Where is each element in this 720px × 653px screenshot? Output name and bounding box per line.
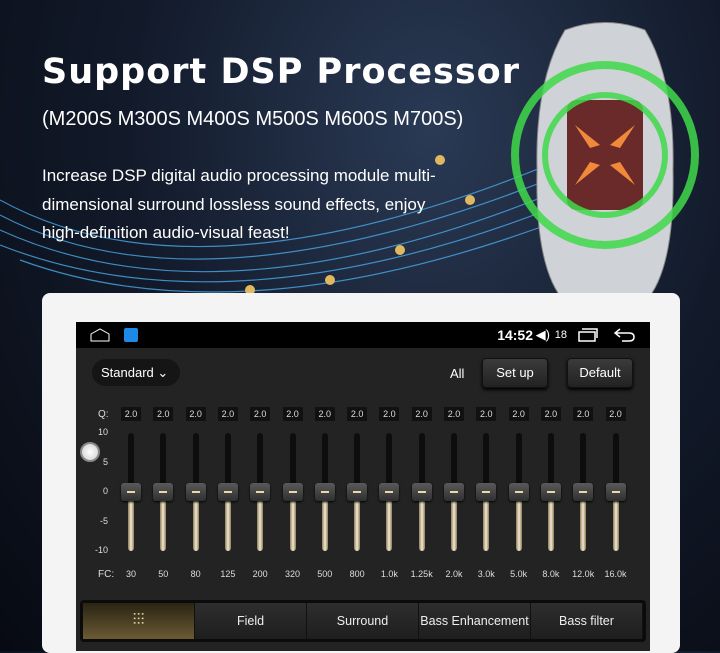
thumb-grip [159, 491, 168, 493]
tab-equalizer[interactable]: ⫶⫶⫶ [83, 603, 195, 639]
promo-subtitle: (M200S M300S M400S M500S M600S M700S) [42, 108, 464, 130]
fc-value: 1.0k [380, 569, 398, 579]
back-icon[interactable] [614, 328, 636, 342]
eq-slider-thumb[interactable] [347, 483, 368, 501]
q-value[interactable]: 2.0 [476, 407, 497, 421]
eq-slider-thumb[interactable] [250, 483, 271, 501]
car-illustration [511, 22, 699, 308]
recents-icon[interactable] [578, 328, 598, 342]
eq-slider-thumb[interactable] [121, 483, 141, 501]
promo-body: Increase DSP digital audio processing mo… [42, 166, 436, 242]
eq-slider-thumb[interactable] [379, 483, 400, 501]
eq-slider-thumb[interactable] [153, 483, 174, 501]
eq-slider-thumb[interactable] [573, 483, 594, 501]
home-icon[interactable] [90, 328, 110, 342]
fc-value: 5.0k [510, 569, 528, 579]
setup-button[interactable]: Set up [482, 358, 548, 388]
q-value[interactable]: 2.0 [314, 407, 335, 421]
fc-value: 2.0k [445, 569, 463, 579]
axis-tick: 5 [102, 456, 108, 467]
fc-value: 50 [158, 569, 169, 579]
app-icon[interactable] [124, 328, 138, 342]
volume-level: 18 [554, 329, 567, 341]
fc-label: FC: [98, 569, 115, 580]
preset-dropdown[interactable]: Standard ⌄ [92, 359, 180, 386]
thumb-grip [256, 491, 265, 493]
q-value[interactable]: 2.0 [379, 407, 400, 421]
fc-value: 3.0k [477, 569, 495, 579]
dsp-screen: 14:52 ◀) 18 Standard ⌄ All Set up Defaul… [76, 322, 650, 651]
q-label: Q: [98, 409, 109, 420]
q-value[interactable]: 2.0 [185, 407, 206, 421]
q-value[interactable]: 2.0 [121, 407, 141, 421]
fc-value: 125 [220, 569, 236, 579]
eq-slider-thumb[interactable] [411, 483, 432, 501]
q-value[interactable]: 2.0 [153, 407, 174, 421]
tab-surround[interactable]: Surround [307, 603, 419, 639]
bottom-tabs: ⫶⫶⫶ Field Surround Bass Enhancement Bass fil… [80, 600, 646, 642]
thumb-grip [417, 491, 426, 493]
chevron-down-icon: ⌄ [157, 365, 169, 380]
eq-slider-thumb[interactable] [314, 483, 335, 501]
q-value[interactable]: 2.0 [217, 407, 238, 421]
thumb-grip [546, 491, 555, 493]
thumb-grip [353, 491, 362, 493]
fc-value: 200 [252, 569, 268, 579]
thumb-grip [288, 491, 297, 493]
eq-slider-thumb[interactable] [605, 483, 626, 501]
thumb-grip [320, 491, 329, 493]
status-bar: 14:52 ◀) 18 [76, 322, 650, 348]
axis-tick: 0 [102, 486, 108, 496]
axis-tick: -5 [99, 515, 108, 526]
tab-field[interactable]: Field [195, 603, 307, 639]
eq-slider-thumb[interactable] [185, 483, 206, 501]
q-value[interactable]: 2.0 [605, 407, 626, 421]
thumb-grip [385, 491, 394, 493]
default-button[interactable]: Default [567, 358, 633, 388]
clock: 14:52 [497, 327, 533, 343]
q-value[interactable]: 2.0 [508, 407, 529, 421]
eq-slider-thumb[interactable] [540, 483, 561, 501]
equalizer-icon: ⫶⫶⫶ [132, 612, 145, 629]
preset-value: Standard [101, 365, 154, 380]
thumb-grip [223, 491, 232, 493]
thumb-grip [450, 491, 458, 493]
q-value[interactable]: 2.0 [411, 407, 432, 421]
eq-slider-thumb[interactable] [444, 483, 464, 501]
thumb-grip [191, 491, 200, 493]
q-value[interactable]: 2.0 [282, 407, 303, 421]
promo-title: Support DSP Processor [42, 52, 520, 92]
thumb-grip [579, 491, 588, 493]
tab-bass-enhancement[interactable]: Bass Enhancement [419, 603, 531, 639]
q-value[interactable]: 2.0 [573, 407, 594, 421]
eq-slider-thumb[interactable] [508, 483, 529, 501]
q-value[interactable]: 2.0 [250, 407, 271, 421]
fc-value: 800 [349, 569, 365, 579]
eq-slider-thumb[interactable] [217, 483, 238, 501]
all-label[interactable]: All [450, 366, 464, 381]
thumb-grip [611, 491, 620, 493]
fc-value: 12.0k [572, 569, 595, 579]
eq-slider-thumb[interactable] [476, 483, 497, 501]
fc-value: 1.25k [410, 569, 433, 579]
tab-bass-filter[interactable]: Bass filter [531, 603, 643, 639]
axis-tick: -10 [94, 545, 108, 555]
fc-value: 320 [284, 569, 301, 579]
fc-value: 30 [125, 569, 136, 579]
fc-value: 80 [190, 569, 201, 579]
fc-value: 16.0k [604, 569, 627, 579]
thumb-grip [482, 491, 491, 493]
axis-tick: 10 [97, 427, 108, 437]
thumb-grip [127, 491, 135, 493]
fc-value: 8.0k [542, 569, 560, 579]
q-value[interactable]: 2.0 [347, 407, 368, 421]
volume-icon[interactable]: ◀) [536, 327, 550, 343]
eq-slider-thumb[interactable] [282, 483, 303, 501]
q-value[interactable]: 2.0 [444, 407, 464, 421]
fc-value: 500 [317, 569, 333, 579]
q-value[interactable]: 2.0 [540, 407, 561, 421]
thumb-grip [514, 491, 523, 493]
